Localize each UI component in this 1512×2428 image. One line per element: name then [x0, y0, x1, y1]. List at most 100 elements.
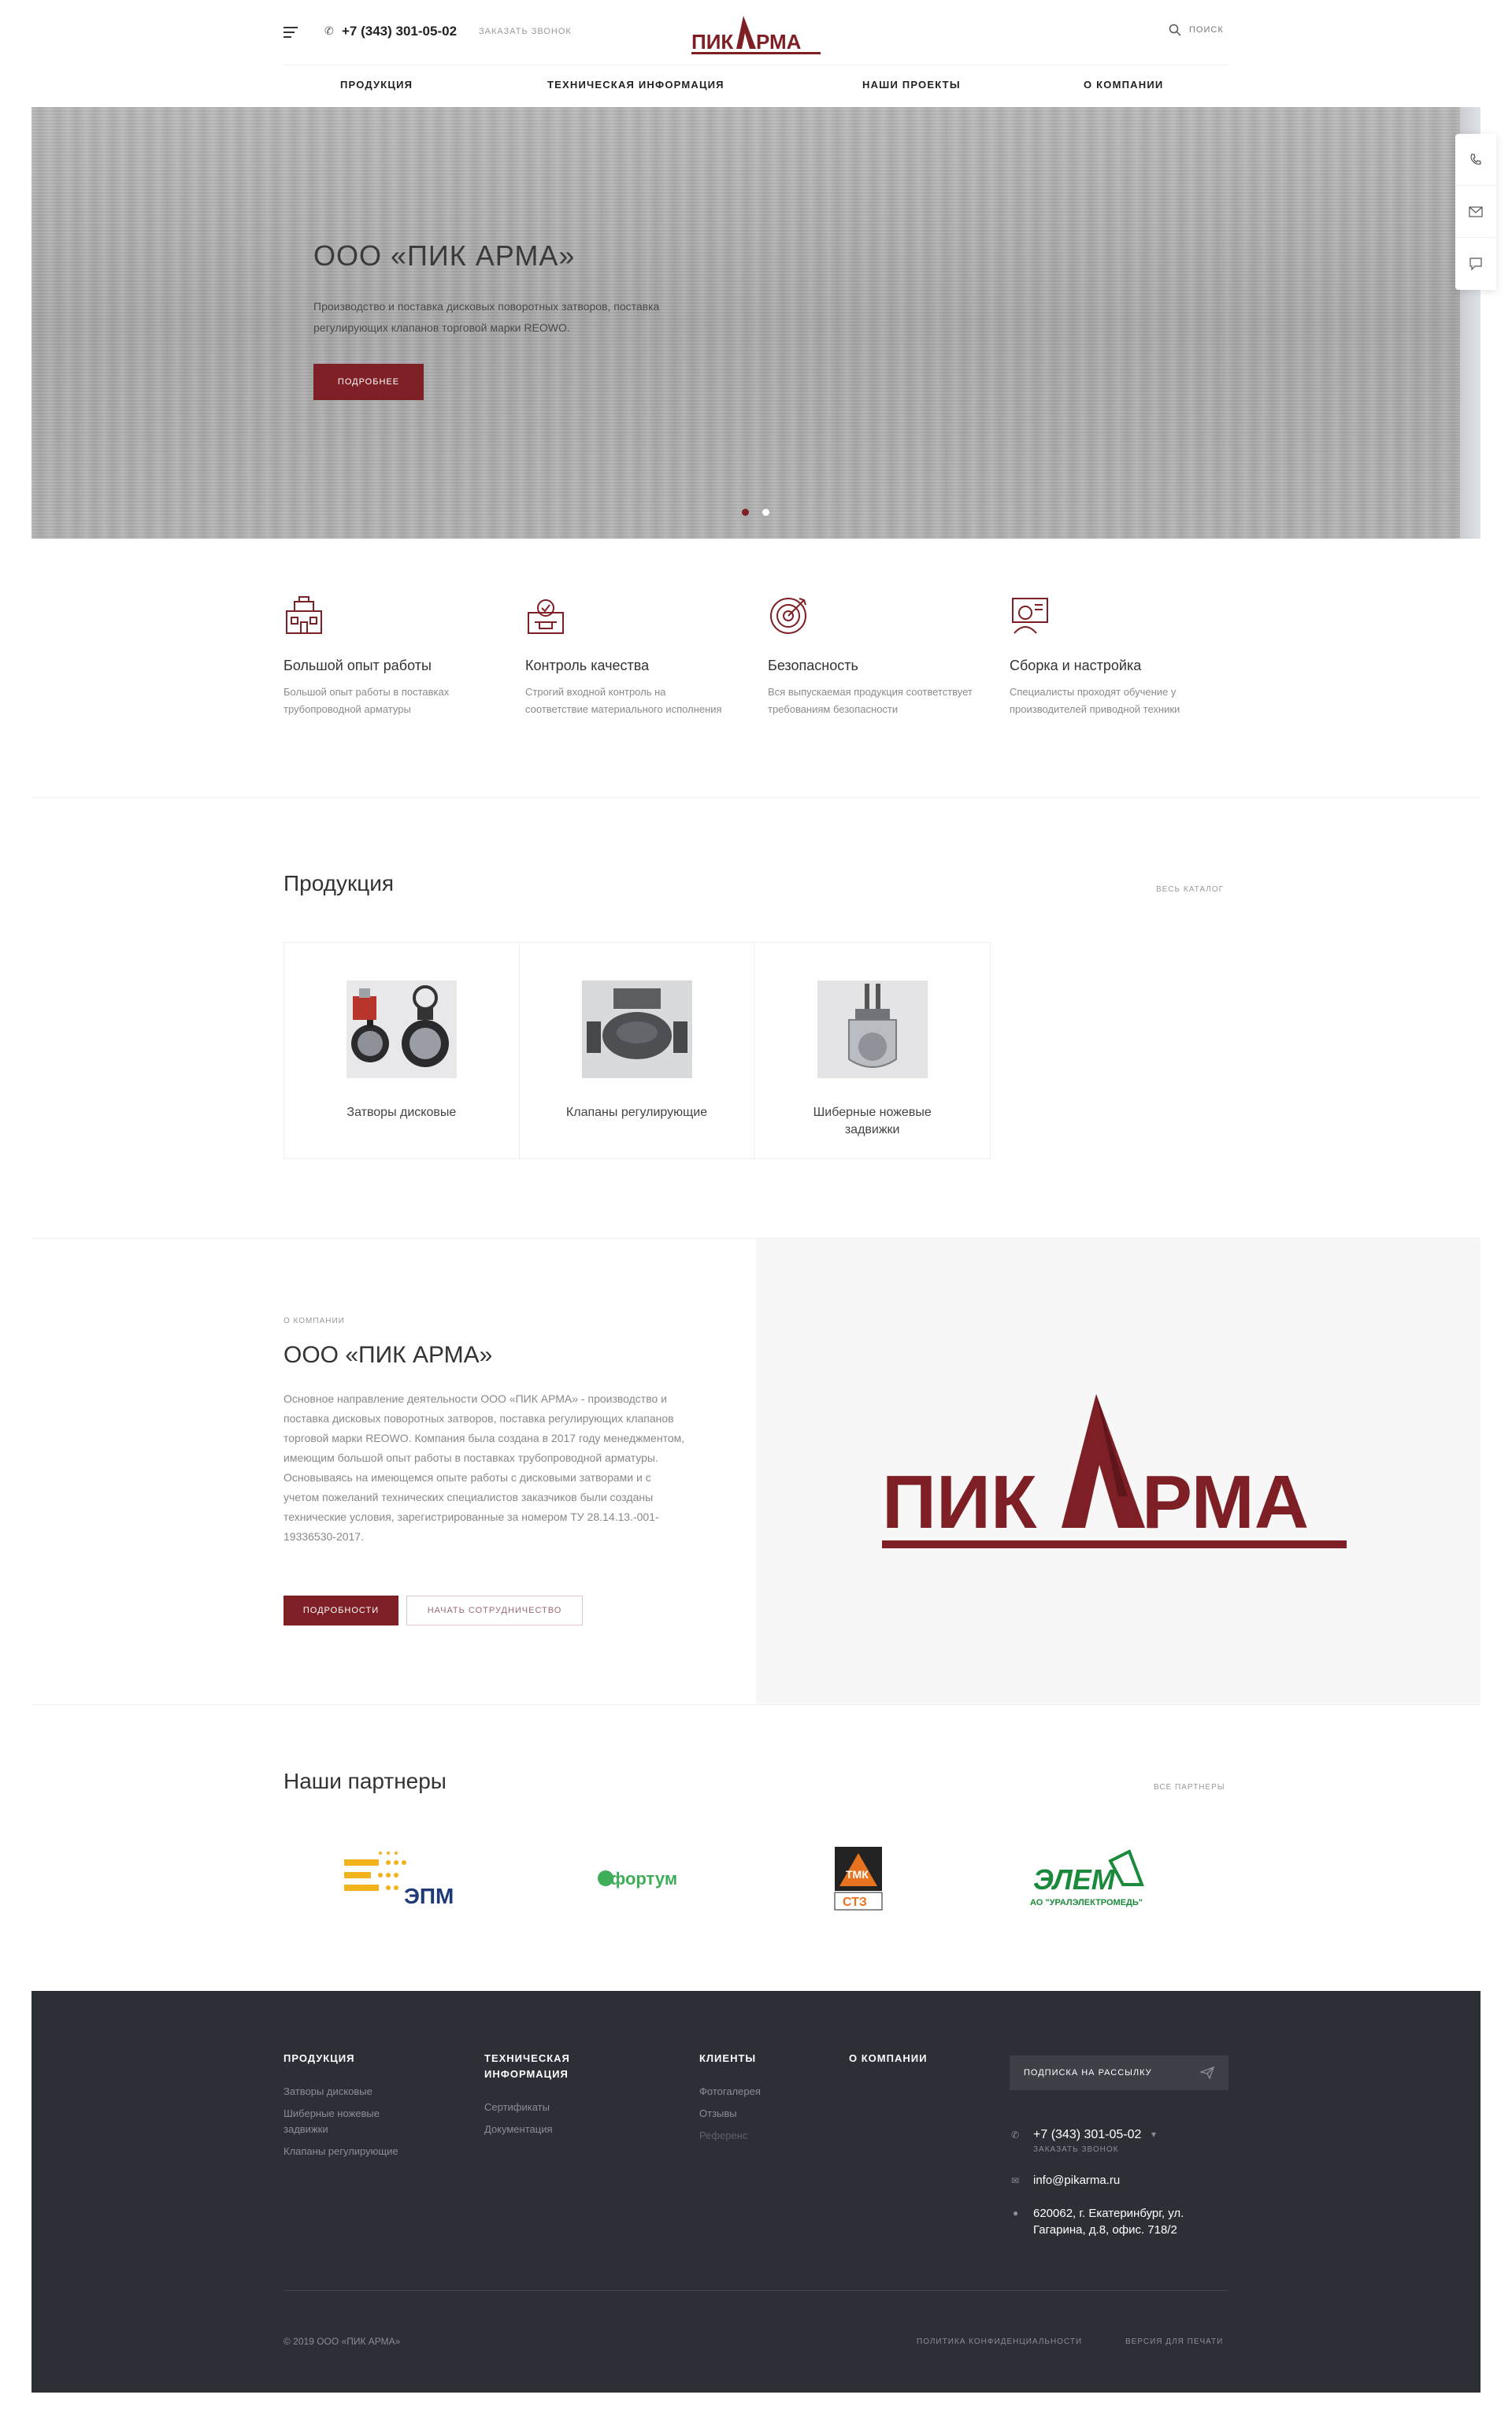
feature-quality: Контроль качества Строгий входной контро… [525, 595, 730, 718]
nav-tech-info[interactable]: Техническая информация [547, 79, 724, 91]
side-contact-widget [1455, 134, 1496, 290]
feature-title: Контроль качества [525, 658, 650, 673]
target-icon [770, 598, 806, 634]
footer-link[interactable]: Шиберные ножевые [284, 2106, 380, 2122]
footer-link[interactable]: Затворы дисковые [284, 2084, 372, 2100]
about-details-button[interactable]: подробности [284, 1596, 398, 1625]
side-call-button[interactable] [1455, 134, 1496, 186]
footer-link[interactable]: Референс [699, 2128, 747, 2144]
product-name: Затворы дисковые [346, 1106, 457, 1119]
nav-projects[interactable]: Наши проекты [862, 79, 961, 91]
footer-tech-title-1[interactable]: Техническая [484, 2051, 570, 2067]
footer-tech-title-2[interactable]: информация [484, 2067, 569, 2082]
feature-desc: Вся выпускаемая продукция соответствует … [768, 686, 973, 715]
footer-address: 620062, г. Екатеринбург, ул. Гагарина, д… [1033, 2207, 1184, 2237]
epm-logo: ЭПМ [344, 1852, 454, 1908]
side-mail-button[interactable] [1455, 186, 1496, 238]
hero-title: ООО «ПИК АРМА» [313, 239, 576, 272]
footer-email[interactable]: info@pikarma.ru [1033, 2174, 1120, 2187]
elem-logo: ЭЛЕМ АО "УРАЛЭЛЕКТРОМЕДЬ" [1030, 1849, 1144, 1907]
search-icon [1169, 24, 1181, 36]
partner-sub: СТЗ [843, 1896, 867, 1909]
catalog-link[interactable]: весь каталог [1156, 885, 1224, 894]
slider-dot-2[interactable] [762, 509, 769, 516]
partner-epm[interactable]: ЭПМ [331, 1843, 472, 1914]
product-card-control-valve[interactable]: Клапаны регулирующие [520, 943, 755, 1158]
footer-link[interactable]: Отзывы [699, 2106, 737, 2122]
partner-name: фортум [610, 1869, 677, 1889]
footer-link[interactable]: задвижки [284, 2122, 328, 2137]
product-name: Клапаны регулирующие [565, 1106, 708, 1119]
side-chat-button[interactable] [1455, 238, 1496, 290]
menu-burger-icon[interactable] [284, 27, 298, 38]
feature-title: Сборка и настройка [1010, 658, 1142, 673]
tmk-stz-logo: ТМК СТЗ [834, 1847, 883, 1911]
company-logo-large: ПИК РМА [882, 1394, 1347, 1548]
feature-desc: Строгий входной контроль на соответствие… [525, 686, 722, 715]
footer-about-title[interactable]: О компании [849, 2051, 927, 2067]
search-button[interactable]: поиск [1169, 24, 1224, 36]
footer-link[interactable]: Документация [484, 2122, 553, 2137]
subscribe-label: подписка на рассылку [1024, 2068, 1152, 2078]
partner-sub: АО "УРАЛЭЛЕКТРОМЕДЬ" [1030, 1898, 1143, 1907]
partner-elem[interactable]: ЭЛЕМ АО "УРАЛЭЛЕКТРОМЕДЬ" [1008, 1843, 1181, 1914]
footer-link[interactable]: Сертификаты [484, 2100, 550, 2115]
knife-gate-valve-image [817, 980, 928, 1078]
svg-text:ПИК: ПИК [691, 30, 733, 54]
footer-products-title[interactable]: Продукция [284, 2051, 354, 2067]
mail-icon [1469, 206, 1483, 217]
phone-icon: ✆ [324, 24, 334, 37]
mail-icon: ✉ [1011, 2175, 1020, 2186]
feature-title: Безопасность [768, 658, 858, 673]
privacy-policy-link[interactable]: политика конфиденциальности [917, 2337, 1082, 2346]
phone-icon: ✆ [1011, 2130, 1020, 2141]
send-icon [1200, 2067, 1214, 2079]
slider-dot-1[interactable] [742, 509, 749, 516]
about-text: Основное направление деятельности ООО «П… [284, 1392, 685, 1543]
svg-text:РМА: РМА [756, 30, 802, 54]
partners-title: Наши партнеры [284, 1769, 447, 1793]
product-card-knife-gate[interactable]: Шиберные ножевые задвижки [754, 943, 990, 1158]
specialist-icon [1012, 598, 1048, 634]
nav-about[interactable]: О компании [1084, 79, 1163, 91]
location-pin-icon: ● [1013, 2207, 1019, 2219]
experience-icon [286, 596, 322, 634]
chevron-down-icon[interactable]: ▾ [1151, 2129, 1156, 2140]
nav-products[interactable]: Продукция [340, 79, 413, 91]
section-divider [32, 797, 1480, 798]
hero-subtitle: Производство и поставка дисковых поворот… [313, 300, 660, 334]
hero-slider: ООО «ПИК АРМА» Производство и поставка д… [32, 107, 1480, 539]
callback-link[interactable]: заказать звонок [479, 27, 572, 36]
fortum-logo: фортум [598, 1869, 677, 1889]
print-version-link[interactable]: версия для печати [1125, 2337, 1223, 2346]
footer-clients-title[interactable]: Клиенты [699, 2051, 756, 2067]
feature-safety: Безопасность Вся выпускаемая продукция с… [768, 595, 973, 718]
copyright: © 2019 ООО «ПИК АРМА» [284, 2336, 401, 2347]
chat-icon [1469, 258, 1482, 271]
footer-link[interactable]: Фотогалерея [699, 2084, 761, 2100]
footer-callback-link[interactable]: заказать звонок [1033, 2145, 1118, 2154]
product-name: Шиберные ножевые задвижки [813, 1106, 932, 1136]
about-title: ООО «ПИК АРМА» [284, 1342, 493, 1368]
partner-tmk-stz[interactable]: ТМК СТЗ [803, 1843, 914, 1914]
partner-fortum[interactable]: фортум [575, 1843, 717, 1914]
all-partners-link[interactable]: все партнеры [1154, 1783, 1225, 1792]
subscribe-button[interactable]: подписка на рассылку [1010, 2055, 1228, 2090]
footer-divider [284, 2290, 1228, 2291]
quality-icon [528, 599, 564, 634]
start-cooperation-button[interactable]: начать сотрудничество [406, 1596, 583, 1625]
about-label: о компании [284, 1317, 345, 1325]
product-card-butterfly[interactable]: Затворы дисковые [284, 943, 520, 1158]
footer-phone[interactable]: +7 (343) 301-05-02 [1033, 2128, 1141, 2142]
products-grid: Затворы дисковые Клапаны регулирующие Ши… [284, 942, 991, 1159]
header: ✆ +7 (343) 301-05-02 заказать звонок ПИК… [0, 0, 1512, 107]
site-logo[interactable]: ПИК РМА [691, 9, 821, 57]
phone-call-icon [1470, 153, 1481, 165]
hero-more-button[interactable]: подробнее [313, 364, 424, 400]
control-valve-image [581, 980, 692, 1078]
footer-link[interactable]: Клапаны регулирующие [284, 2144, 398, 2159]
header-phone[interactable]: +7 (343) 301-05-02 [342, 24, 457, 39]
search-label: поиск [1189, 25, 1224, 35]
feature-assembly: Сборка и настройка Специалисты проходят … [1010, 595, 1214, 718]
svg-text:ПИК: ПИК [882, 1460, 1037, 1544]
